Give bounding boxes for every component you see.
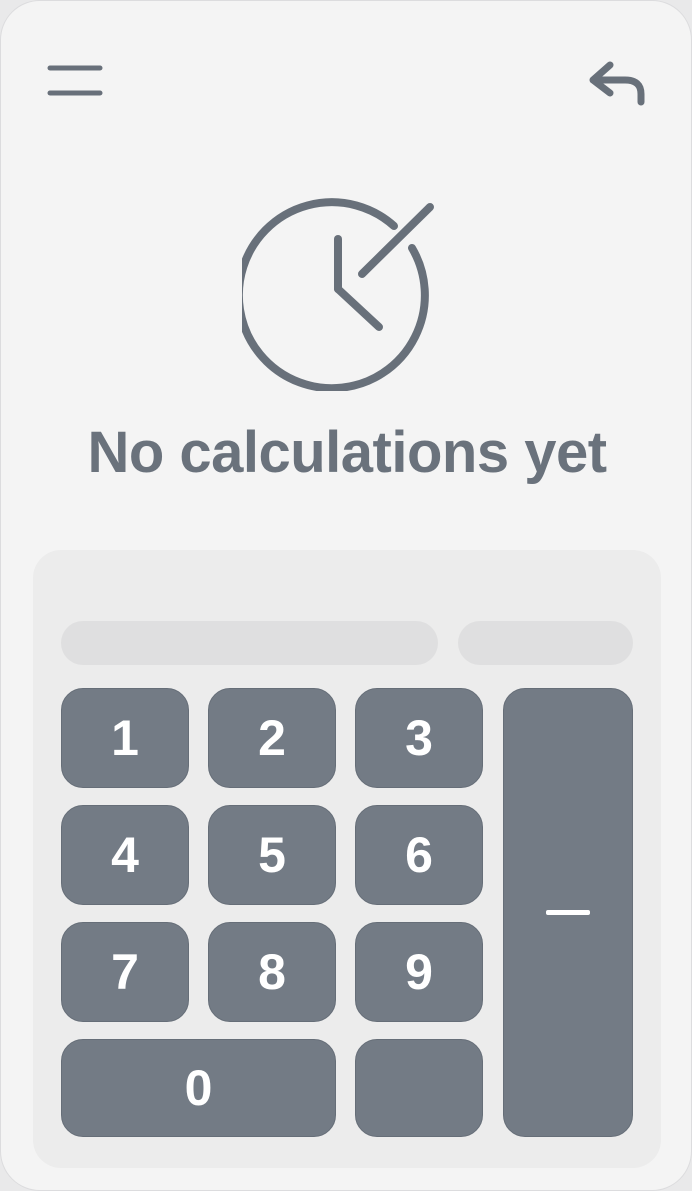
result-display [458, 621, 633, 665]
key-4[interactable]: 4 [61, 805, 189, 905]
key-3[interactable]: 3 [355, 688, 483, 788]
hamburger-menu-icon[interactable] [45, 61, 105, 101]
minus-key[interactable] [503, 688, 633, 1137]
key-2[interactable]: 2 [208, 688, 336, 788]
key-7[interactable]: 7 [61, 922, 189, 1022]
empty-history-state: No calculations yet [1, 181, 691, 486]
minus-icon [546, 910, 590, 915]
key-0[interactable]: 0 [61, 1039, 336, 1137]
undo-icon[interactable] [583, 57, 653, 111]
key-blank[interactable] [355, 1039, 483, 1137]
key-6[interactable]: 6 [355, 805, 483, 905]
key-9[interactable]: 9 [355, 922, 483, 1022]
key-8[interactable]: 8 [208, 922, 336, 1022]
history-clock-icon [242, 198, 434, 391]
key-5[interactable]: 5 [208, 805, 336, 905]
expression-display [61, 621, 438, 665]
calculator-screen: No calculations yet 1 2 3 4 5 6 7 8 9 0 [0, 0, 692, 1191]
key-1[interactable]: 1 [61, 688, 189, 788]
keypad-panel: 1 2 3 4 5 6 7 8 9 0 [33, 550, 661, 1168]
empty-history-message: No calculations yet [87, 420, 607, 485]
